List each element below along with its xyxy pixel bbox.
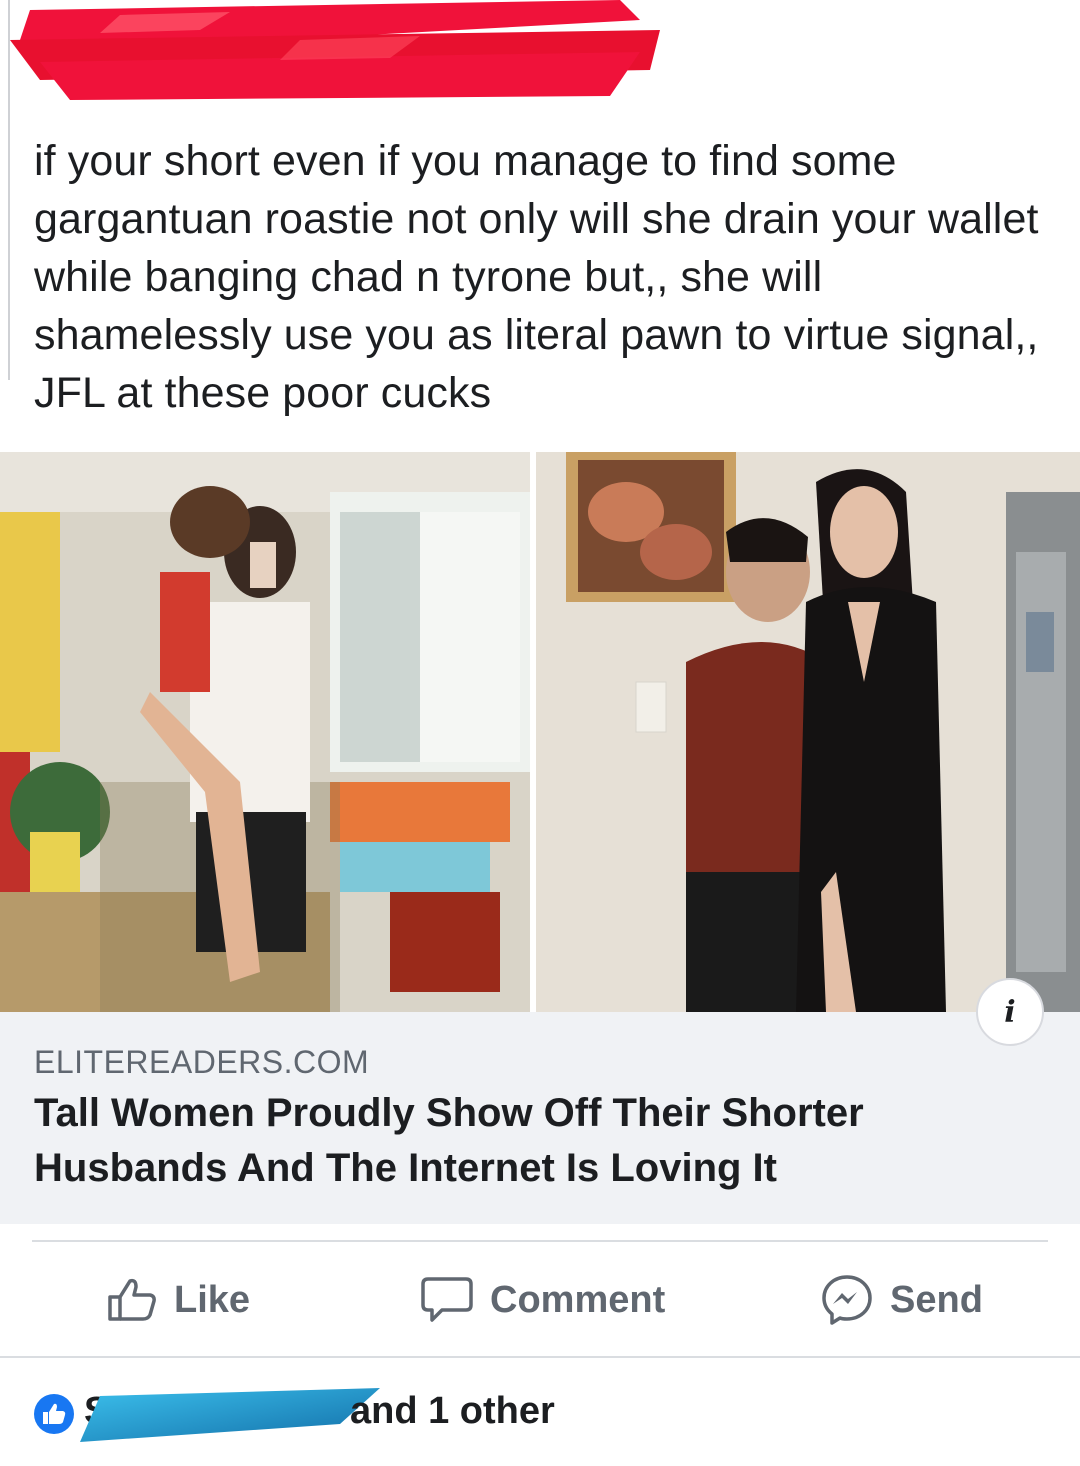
- thumbs-up-icon: [108, 1278, 156, 1321]
- like-label: Like: [174, 1278, 251, 1321]
- reactor-name-redaction: [80, 1388, 380, 1442]
- send-button[interactable]: Send: [820, 1262, 983, 1338]
- send-label: Send: [890, 1278, 983, 1321]
- link-domain: ELITEREADERS.COM: [34, 1044, 370, 1080]
- comment-icon: [421, 1277, 473, 1322]
- post-action-bar: Like Comment Send: [0, 1262, 1080, 1338]
- comment-button[interactable]: Comment: [420, 1262, 665, 1338]
- info-icon[interactable]: i: [976, 978, 1044, 1046]
- like-button[interactable]: Like: [106, 1262, 250, 1338]
- author-name-redaction: [10, 0, 660, 100]
- divider: [32, 1240, 1048, 1242]
- preview-photo-right: [536, 452, 1080, 1012]
- divider: [0, 1356, 1080, 1358]
- like-reaction-icon: [34, 1394, 74, 1434]
- link-preview-images[interactable]: [0, 452, 1080, 1012]
- post-text: if your short even if you manage to find…: [34, 137, 1039, 417]
- reactions-summary-text: and 1 other: [350, 1390, 555, 1432]
- preview-photo-left: [0, 452, 530, 1012]
- comment-label: Comment: [490, 1278, 666, 1321]
- messenger-icon: [822, 1275, 872, 1325]
- reactions-summary[interactable]: S and 1 other: [0, 1370, 1080, 1460]
- link-preview-card[interactable]: i ELITEREADERS.COM Tall Women Proudly Sh…: [0, 452, 1080, 1224]
- facebook-post: if your short even if you manage to find…: [0, 0, 1080, 1466]
- link-headline[interactable]: Tall Women Proudly Show Off Their Shorte…: [34, 1086, 994, 1196]
